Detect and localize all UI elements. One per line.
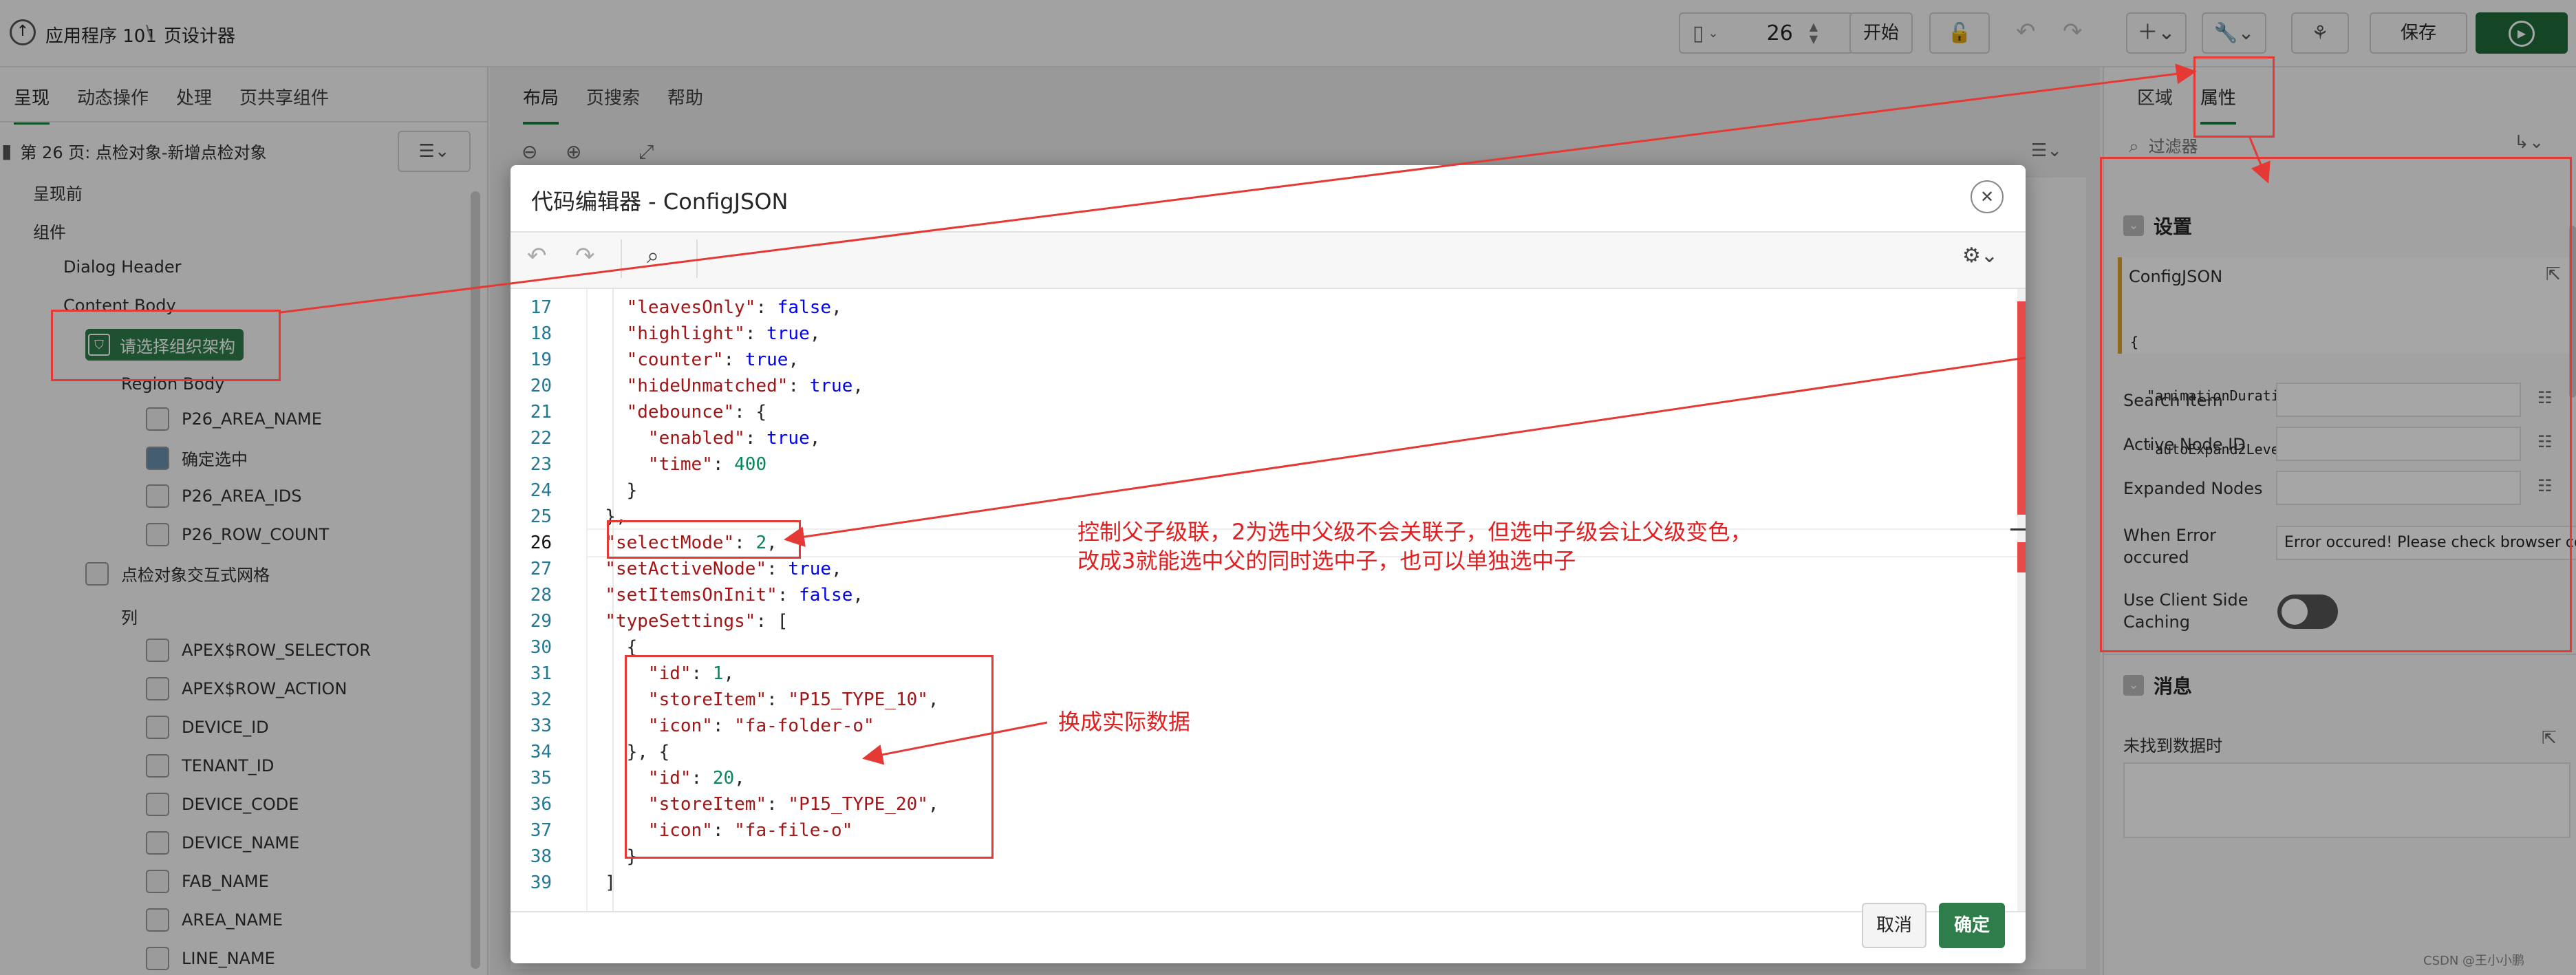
arrow-line <box>280 63 2197 314</box>
arrow-line <box>862 721 1048 765</box>
arrow-line <box>784 356 2026 547</box>
arrow-line <box>2248 137 2271 184</box>
annotation-arrows <box>280 63 2271 765</box>
